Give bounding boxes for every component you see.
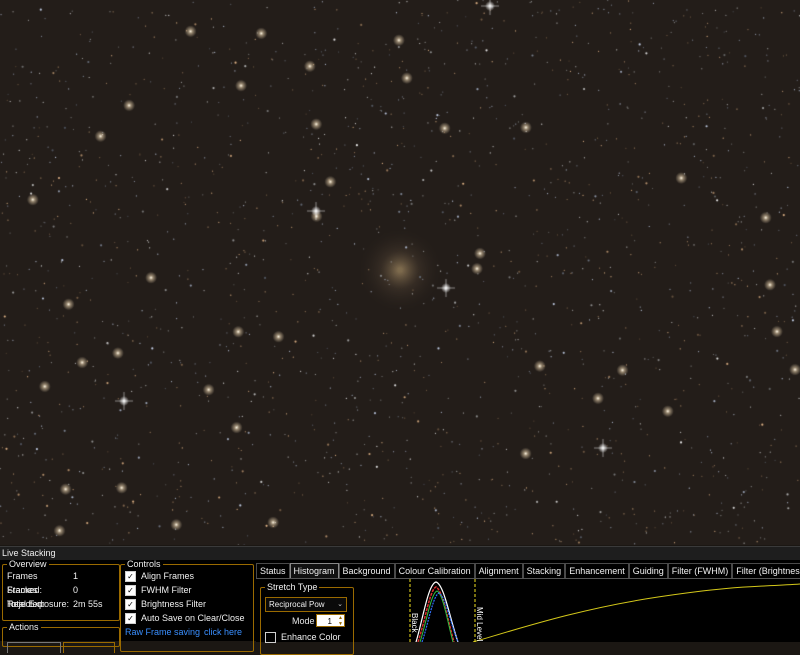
raw-frame-saving-label: Raw Frame saving <box>125 627 201 637</box>
frames-stacked-label: Frames Stacked: <box>7 571 43 595</box>
tab-background[interactable]: Background <box>338 563 395 578</box>
tab-filter-brightness[interactable]: Filter (Brightness) <box>732 563 800 578</box>
mode-label: Mode <box>292 616 315 626</box>
panel-title: Live Stacking <box>0 546 800 560</box>
brightness-filter-option[interactable]: ✓ Brightness Filter <box>125 597 253 611</box>
fwhm-filter-label: FWHM Filter <box>141 585 192 595</box>
mid-level-marker-label: Mid Level <box>475 607 484 641</box>
tab-guiding[interactable]: Guiding <box>628 563 668 578</box>
stretch-type-legend: Stretch Type <box>267 582 318 592</box>
overview-group: Overview Frames Stacked: 1 Frames Reject… <box>2 560 120 621</box>
stretch-type-value: Reciprocal Pow <box>269 600 325 609</box>
actions-group: Actions <box>2 622 120 653</box>
brightness-filter-label: Brightness Filter <box>141 599 207 609</box>
check-icon[interactable]: ✓ <box>125 612 136 624</box>
tab-status[interactable]: Status <box>256 563 290 578</box>
histogram-plot[interactable]: Black Mid Level <box>398 579 800 642</box>
check-icon[interactable]: ✓ <box>125 584 136 596</box>
stretch-type-select[interactable]: Reciprocal Pow ⌄ <box>265 597 347 612</box>
raw-frame-saving-row: Raw Frame saving click here <box>125 625 253 639</box>
tab-colour-calibration[interactable]: Colour Calibration <box>394 563 475 578</box>
overview-row: Total Exposure: 2m 55s <box>7 597 119 611</box>
fwhm-filter-option[interactable]: ✓ FWHM Filter <box>125 583 253 597</box>
enhance-color-option[interactable]: Enhance Color <box>265 630 341 644</box>
check-icon[interactable]: ✓ <box>125 598 136 610</box>
overview-row: Frames Rejected: 0 <box>7 583 119 609</box>
tab-alignment[interactable]: Alignment <box>474 563 523 578</box>
align-frames-option[interactable]: ✓ Align Frames <box>125 569 253 583</box>
auto-save-option[interactable]: ✓ Auto Save on Clear/Close <box>125 611 253 625</box>
stacked-image-view[interactable] <box>0 0 800 545</box>
actions-legend: Actions <box>9 622 39 632</box>
stretch-curve <box>472 583 800 642</box>
tab-histogram[interactable]: Histogram <box>289 563 339 579</box>
overview-row: Frames Stacked: 1 <box>7 569 119 595</box>
spin-arrows-icon[interactable]: ▲ ▼ <box>338 615 343 627</box>
check-icon[interactable]: ✓ <box>125 570 136 582</box>
total-exposure-label: Total Exposure: <box>7 599 70 609</box>
action-button[interactable] <box>7 642 61 653</box>
mode-value: 1 <box>327 617 332 626</box>
tab-filter-fwhm[interactable]: Filter (FWHM) <box>667 563 733 578</box>
mode-stepper[interactable]: 1 ▲ ▼ <box>316 614 345 627</box>
action-button[interactable] <box>63 642 115 653</box>
controls-legend: Controls <box>127 559 161 569</box>
align-frames-label: Align Frames <box>141 571 195 581</box>
tab-bar: Status Histogram Background Colour Calib… <box>256 563 800 579</box>
frames-stacked-value: 1 <box>73 571 79 581</box>
raw-frame-saving-link[interactable]: click here <box>204 627 242 637</box>
tab-enhancement[interactable]: Enhancement <box>565 563 629 578</box>
tab-stacking[interactable]: Stacking <box>522 563 566 578</box>
total-exposure-value: 2m 55s <box>73 599 103 609</box>
auto-save-label: Auto Save on Clear/Close <box>141 613 245 623</box>
chevron-down-icon: ⌄ <box>337 601 343 608</box>
controls-group: Controls ✓ Align Frames ✓ FWHM Filter ✓ … <box>120 560 254 652</box>
frames-rejected-value: 0 <box>73 585 79 595</box>
black-marker-label: Black <box>410 613 419 634</box>
histogram-tab-content: Stretch Type Reciprocal Pow ⌄ Mode 1 ▲ ▼ … <box>256 578 800 655</box>
frames-rejected-label: Frames Rejected: <box>7 585 46 609</box>
overview-legend: Overview <box>9 559 47 569</box>
